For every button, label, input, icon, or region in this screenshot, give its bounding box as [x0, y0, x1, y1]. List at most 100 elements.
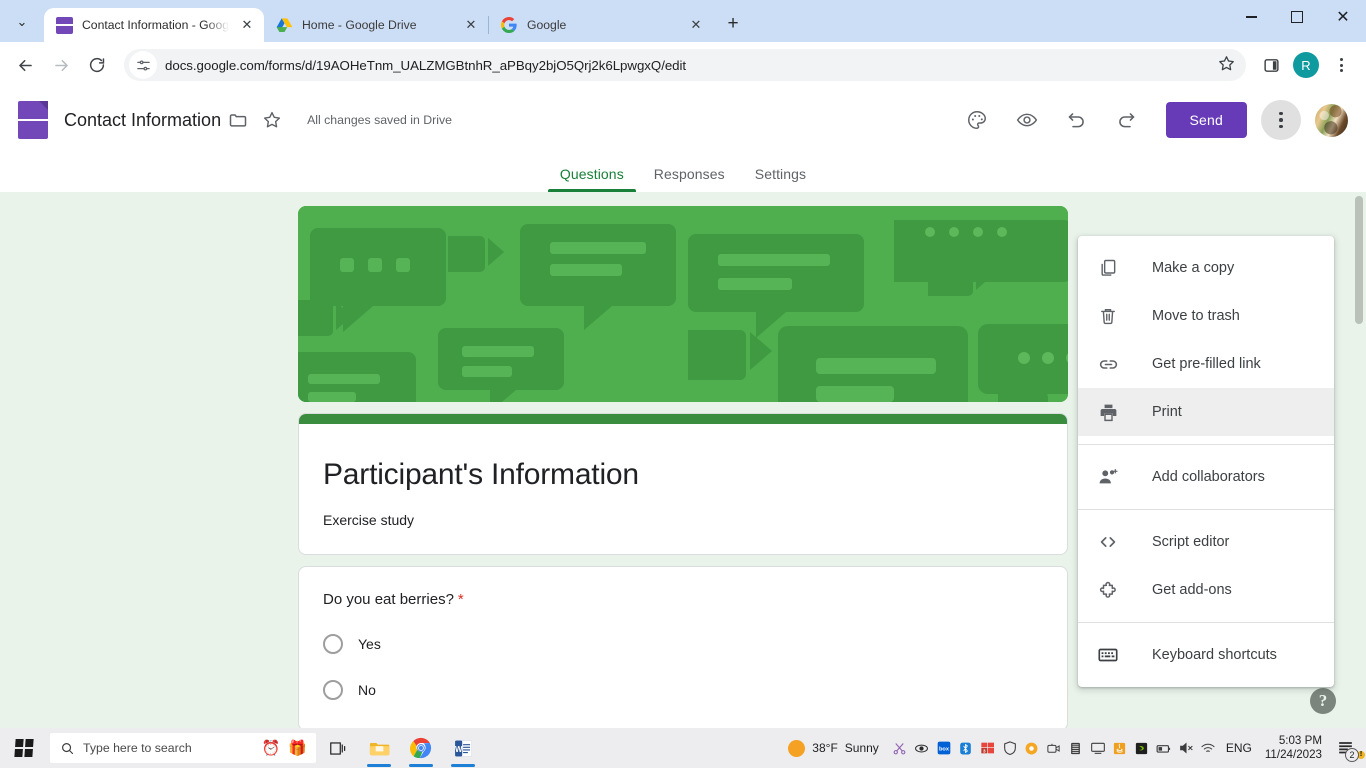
alarm-clock-emoji: ⏰ [262, 739, 281, 757]
menu-divider-3 [1078, 622, 1334, 623]
notification-center-button[interactable]: 2 [1330, 728, 1360, 768]
minimize-button[interactable] [1228, 0, 1274, 34]
tab-responses[interactable]: Responses [642, 166, 737, 192]
start-button[interactable] [0, 728, 48, 768]
volume-muted-icon[interactable] [1175, 728, 1197, 768]
maximize-button[interactable] [1274, 0, 1320, 34]
browser-tab-drive[interactable]: Home - Google Drive ✕ [264, 8, 488, 42]
form-banner-image[interactable] [298, 206, 1068, 402]
server-icon[interactable] [1065, 728, 1087, 768]
option-row-no[interactable]: No [323, 680, 1043, 700]
page-scrollbar[interactable] [1352, 192, 1366, 728]
browser-tab-strip: ⌄ Contact Information - Google Forms ✕ H… [0, 0, 1366, 42]
form-title-card[interactable]: Participant's Information Exercise study [298, 413, 1068, 555]
code-icon [1096, 530, 1120, 554]
more-vert-icon[interactable] [1261, 100, 1301, 140]
google-forms-logo[interactable] [18, 101, 48, 139]
menu-item-make-a-copy[interactable]: Make a copy [1078, 244, 1334, 292]
java-icon[interactable] [1109, 728, 1131, 768]
language-indicator[interactable]: ENG [1219, 741, 1259, 755]
gift-emoji: 🎁 [288, 739, 307, 757]
menu-item-add-collaborators[interactable]: Add collaborators [1078, 453, 1334, 501]
menu-divider-2 [1078, 509, 1334, 510]
menu-item-label: Keyboard shortcuts [1152, 647, 1277, 663]
save-status: All changes saved in Drive [307, 113, 452, 127]
tab-search-button[interactable]: ⌄ [0, 0, 44, 42]
trash-icon [1096, 304, 1120, 328]
redo-icon[interactable] [1107, 100, 1147, 140]
tab-close-icon[interactable]: ✕ [687, 16, 705, 34]
side-panel-icon[interactable] [1254, 48, 1288, 82]
tab-settings[interactable]: Settings [743, 166, 818, 192]
taskbar-clock[interactable]: 5:03 PM 11/24/2023 [1259, 734, 1330, 763]
eye-icon[interactable] [1007, 100, 1047, 140]
taskbar-search-box[interactable]: Type here to search ⏰ 🎁 [50, 733, 316, 763]
security-icon[interactable]: ! [999, 728, 1021, 768]
menu-item-label: Print [1152, 404, 1182, 420]
box-icon[interactable]: box [933, 728, 955, 768]
chrome-menu-icon[interactable] [1324, 48, 1358, 82]
forward-button[interactable] [44, 48, 78, 82]
bookmark-star-icon[interactable] [1217, 54, 1236, 78]
menu-item-script-editor[interactable]: Script editor [1078, 518, 1334, 566]
camera-icon[interactable] [1043, 728, 1065, 768]
menu-item-get-pre-filled-link[interactable]: Get pre-filled link [1078, 340, 1334, 388]
puzzle-icon [1096, 578, 1120, 602]
menu-item-label: Make a copy [1152, 260, 1234, 276]
network-icon[interactable] [1197, 728, 1219, 768]
address-bar[interactable]: docs.google.com/forms/d/19AOHeTnm_UALZMG… [124, 49, 1246, 81]
keyboard-icon [1096, 643, 1120, 667]
windows-taskbar: Type here to search ⏰ 🎁 W 38°F Sunny box [0, 728, 1366, 768]
close-window-button[interactable]: ✕ [1320, 0, 1366, 34]
menu-item-move-to-trash[interactable]: Move to trash [1078, 292, 1334, 340]
form-canvas: Participant's Information Exercise study… [298, 192, 1068, 728]
radio-button-no[interactable] [323, 680, 343, 700]
form-description[interactable]: Exercise study [323, 512, 1043, 528]
chrome-profile-avatar[interactable]: R [1293, 52, 1319, 78]
snip-icon[interactable] [889, 728, 911, 768]
new-tab-button[interactable]: + [719, 10, 747, 38]
tune-icon[interactable] [129, 51, 157, 79]
menu-item-keyboard-shortcuts[interactable]: Keyboard shortcuts [1078, 631, 1334, 679]
settings-icon[interactable] [1021, 728, 1043, 768]
help-button[interactable]: ? [1310, 688, 1336, 714]
tab-title: Google [527, 8, 678, 42]
radio-button-yes[interactable] [323, 634, 343, 654]
menu-item-print[interactable]: Print [1078, 388, 1334, 436]
nvidia-icon[interactable] [1131, 728, 1153, 768]
microsoft-word-icon[interactable]: W [442, 728, 484, 768]
file-explorer-icon[interactable] [358, 728, 400, 768]
bluetooth-icon[interactable] [955, 728, 977, 768]
taskbar-weather[interactable]: 38°F Sunny [784, 740, 889, 757]
tab-close-icon[interactable]: ✕ [238, 16, 256, 34]
palette-icon[interactable] [957, 100, 997, 140]
google-chrome-icon[interactable] [400, 728, 442, 768]
tab-title: Home - Google Drive [302, 8, 453, 42]
office-icon[interactable]: 3 [977, 728, 999, 768]
battery-icon[interactable] [1153, 728, 1175, 768]
send-button[interactable]: Send [1166, 102, 1248, 138]
question-text: Do you eat berries?* [323, 591, 1043, 608]
system-tray: 38°F Sunny box 3 ! ENG 5:03 PM 11/24/202… [784, 728, 1366, 768]
display-icon[interactable] [1087, 728, 1109, 768]
task-view-icon[interactable] [316, 728, 358, 768]
avatar[interactable] [1315, 104, 1348, 137]
back-button[interactable] [8, 48, 42, 82]
folder-icon[interactable] [221, 103, 255, 137]
option-row-yes[interactable]: Yes [323, 634, 1043, 654]
search-icon [60, 741, 75, 756]
scrollbar-thumb[interactable] [1355, 196, 1363, 324]
reload-button[interactable] [80, 48, 114, 82]
link-icon [1096, 352, 1120, 376]
undo-icon[interactable] [1057, 100, 1097, 140]
tab-questions[interactable]: Questions [548, 166, 636, 192]
tab-close-icon[interactable]: ✕ [462, 16, 480, 34]
adobe-icon[interactable] [911, 728, 933, 768]
form-heading[interactable]: Participant's Information [323, 458, 1043, 492]
star-outline-icon[interactable] [255, 103, 289, 137]
question-card[interactable]: Do you eat berries?* Yes No [298, 566, 1068, 728]
browser-tab-active[interactable]: Contact Information - Google Forms ✕ [44, 8, 264, 42]
browser-tab-google[interactable]: Google ✕ [489, 8, 713, 42]
page-title[interactable]: Contact Information [64, 110, 221, 131]
menu-item-get-add-ons[interactable]: Get add-ons [1078, 566, 1334, 614]
